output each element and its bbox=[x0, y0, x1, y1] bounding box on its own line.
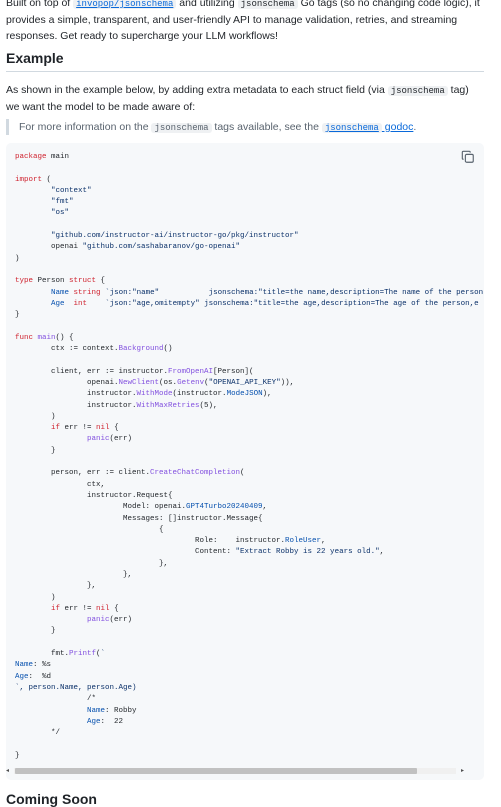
code-line: { bbox=[15, 525, 164, 534]
code-line: fmt.Printf(` bbox=[15, 650, 106, 659]
scroll-left-arrow-icon[interactable]: ◂ bbox=[6, 767, 9, 775]
code-line: Age int `json:"age,omitempty" jsonschema… bbox=[51, 299, 479, 308]
code-line: Model: openai.GPT4Turbo20240409, bbox=[15, 503, 268, 512]
code-line: Name: Robby bbox=[87, 706, 137, 715]
code-line: func main() { bbox=[15, 333, 74, 342]
code-line: }, bbox=[15, 582, 97, 591]
code-line: } bbox=[15, 311, 20, 320]
code-line: }, bbox=[15, 559, 169, 568]
code-line: } bbox=[15, 446, 56, 455]
horizontal-scrollbar[interactable]: ◂ ▸ bbox=[6, 766, 464, 776]
code-line: openai.NewClient(os.Getenv("OPENAI_API_K… bbox=[15, 378, 295, 387]
code-line: instructor.WithMaxRetries(5), bbox=[15, 401, 218, 410]
code-line: Name string `json:"name" jsonschema:"tit… bbox=[51, 288, 484, 297]
code-line: openai "github.com/sashabaranov/go-opena… bbox=[15, 243, 241, 252]
code-content: package main import ( "context" "fmt" "o… bbox=[15, 152, 483, 762]
intro-paragraph: Built on top of invopop/jsonschema and u… bbox=[6, 0, 484, 44]
code-line: ) bbox=[15, 412, 56, 421]
code-line: Role: instructor.RoleUser, bbox=[15, 537, 326, 546]
code-line: "github.com/instructor-ai/instructor-go/… bbox=[51, 232, 299, 241]
invopop-jsonschema-link[interactable]: invopop/jsonschema bbox=[73, 0, 177, 9]
code-line: "fmt" bbox=[51, 198, 74, 207]
code-line: Messages: []instructor.Message{ bbox=[15, 514, 263, 523]
code-line: Name: %s bbox=[15, 661, 52, 670]
scrollbar-thumb[interactable] bbox=[15, 768, 417, 774]
code-line: Content: "Extract Robby is 22 years old.… bbox=[15, 548, 385, 557]
example-description: As shown in the example below, by adding… bbox=[6, 84, 469, 113]
code-line: package main bbox=[15, 153, 70, 161]
code-line: */ bbox=[15, 729, 61, 738]
code-line: if err != nil { bbox=[51, 424, 119, 433]
code-line: } bbox=[15, 627, 56, 636]
code-line: ) bbox=[15, 254, 20, 263]
code-line: import ( bbox=[15, 175, 52, 184]
code-line: /* bbox=[15, 695, 97, 704]
code-line: ctx, bbox=[15, 480, 106, 489]
code-line: ctx := context.Background() bbox=[15, 345, 173, 354]
code-line: instructor.WithMode(instructor.ModeJSON)… bbox=[15, 390, 272, 399]
code-line: client, err := instructor.FromOpenAI[Per… bbox=[15, 367, 254, 376]
code-line: panic(err) bbox=[87, 435, 133, 444]
section-heading-example: Example bbox=[6, 50, 484, 72]
godoc-link[interactable]: jsonschema godoc bbox=[321, 121, 413, 133]
code-line: if err != nil { bbox=[51, 604, 119, 613]
code-line: "os" bbox=[51, 209, 70, 218]
code-line: }, bbox=[15, 570, 133, 579]
section-heading-coming-soon: Coming Soon bbox=[6, 791, 97, 807]
code-block[interactable]: package main import ( "context" "fmt" "o… bbox=[6, 143, 484, 780]
code-line: } bbox=[15, 751, 20, 760]
copy-icon[interactable] bbox=[461, 150, 475, 164]
scroll-right-arrow-icon[interactable]: ▸ bbox=[461, 767, 464, 775]
code-line: panic(err) bbox=[87, 616, 133, 625]
code-line: "context" bbox=[51, 186, 92, 195]
code-line: type Person struct { bbox=[15, 277, 106, 286]
code-line: ) bbox=[15, 593, 56, 602]
code-line: Age: %d bbox=[15, 672, 52, 681]
code-line: `, person.Name, person.Age) bbox=[15, 683, 137, 692]
inline-code: jsonschema bbox=[237, 0, 298, 9]
inline-code: jsonschema bbox=[387, 86, 448, 96]
code-line: instructor.Request{ bbox=[15, 491, 173, 500]
code-line: Age: 22 bbox=[87, 717, 124, 726]
blockquote-note: For more information on the jsonschema t… bbox=[6, 119, 484, 135]
code-line: person, err := client.CreateChatCompleti… bbox=[15, 469, 245, 478]
